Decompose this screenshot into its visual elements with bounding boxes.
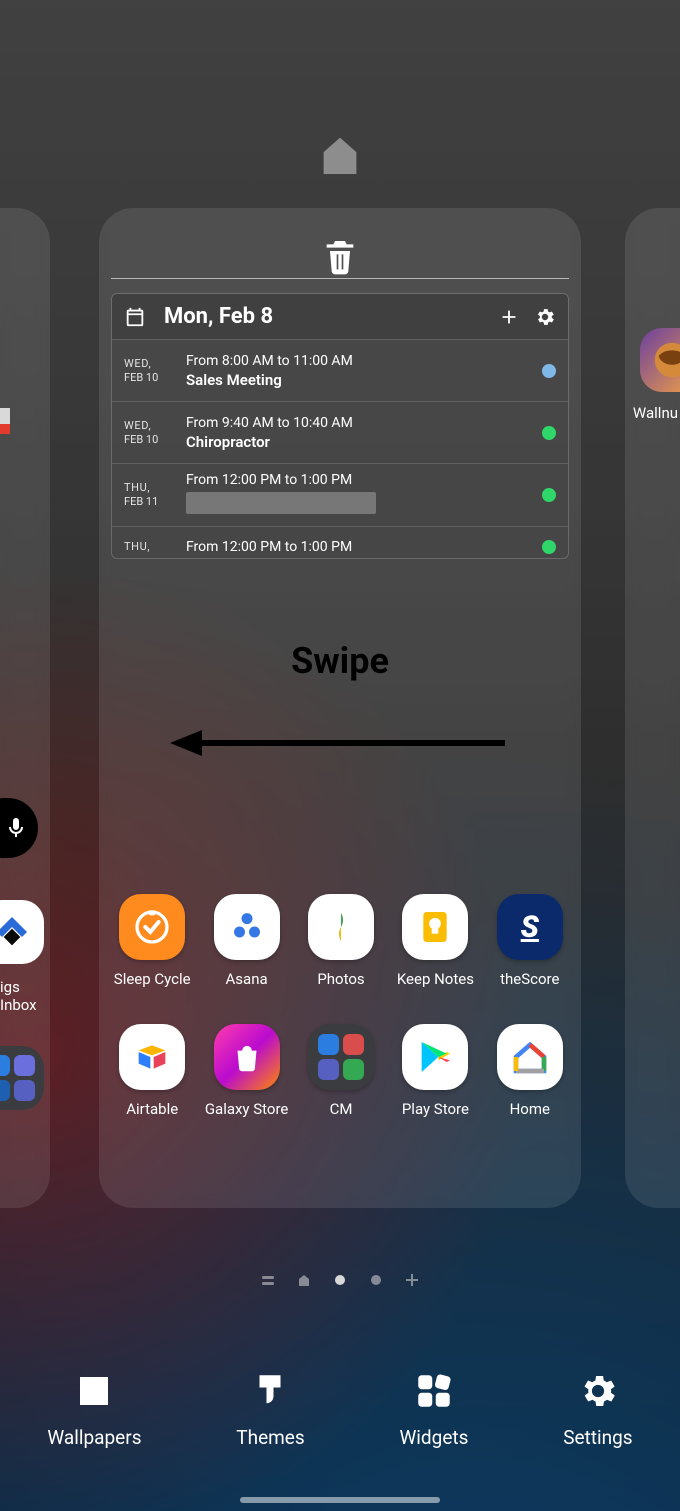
calendar-event-row[interactable]: THU, FEB 11 From 12:00 PM to 1:00 PM <box>112 463 568 526</box>
calendar-event-time: From 8:00 AM to 11:00 AM <box>186 353 534 369</box>
widgets-icon <box>413 1370 455 1412</box>
wallpapers-button[interactable]: Wallpapers <box>47 1370 141 1449</box>
calendar-color-dot <box>542 426 556 440</box>
app-asana[interactable]: Asana <box>204 894 288 988</box>
settings-label: Settings <box>563 1426 632 1449</box>
calendar-widget[interactable]: Mon, Feb 8 WED, FEB 10 From 8:00 AM to 1… <box>111 293 569 559</box>
indicator-feeds-icon[interactable] <box>261 1272 275 1286</box>
indicator-dot-current[interactable] <box>333 1272 347 1286</box>
gesture-nav-bar[interactable] <box>240 1497 440 1503</box>
calendar-event-title: Chiropractor <box>186 433 534 451</box>
swipe-label: Swipe <box>0 640 680 682</box>
left-arrow-icon <box>170 728 510 758</box>
asana-icon <box>214 894 280 960</box>
voice-assistant-pill[interactable] <box>0 798 38 858</box>
home-editor-bottom-bar: Wallpapers Themes Widgets Settings <box>0 1370 680 1449</box>
calendar-event-time: From 9:40 AM to 10:40 AM <box>186 415 534 431</box>
app-label: Airtable <box>126 1100 178 1118</box>
swipe-annotation: Swipe <box>0 640 680 758</box>
app-label: Galaxy Store <box>205 1100 289 1118</box>
widgets-label: Widgets <box>399 1426 468 1449</box>
app-icon-partial-wallnut[interactable] <box>640 328 680 392</box>
gear-icon <box>577 1370 619 1412</box>
widget-partial <box>0 408 10 424</box>
trash-icon <box>320 234 360 278</box>
app-photos[interactable]: Photos <box>299 894 383 988</box>
calendar-date-title: Mon, Feb 8 <box>164 304 484 329</box>
wallpapers-label: Wallpapers <box>47 1426 141 1449</box>
app-label: Sleep Cycle <box>114 970 191 988</box>
app-google-home[interactable]: Home <box>488 1024 572 1118</box>
calendar-color-dot <box>542 540 556 554</box>
app-label: Home <box>510 1100 550 1118</box>
calendar-event-day: WED, FEB 10 <box>124 419 180 447</box>
indicator-dot[interactable] <box>369 1272 383 1286</box>
calendar-event-row[interactable]: WED, FEB 10 From 9:40 AM to 10:40 AM Chi… <box>112 401 568 463</box>
app-label: Keep Notes <box>397 970 474 988</box>
app-thescore[interactable]: S theScore <box>488 894 572 988</box>
app-keep-notes[interactable]: Keep Notes <box>393 894 477 988</box>
app-airtable[interactable]: Airtable <box>110 1024 194 1118</box>
app-label: CM <box>330 1100 353 1118</box>
folder-icon <box>308 1024 374 1090</box>
app-label: Play Store <box>402 1100 469 1118</box>
app-icon-partial-inbox[interactable] <box>0 900 44 964</box>
airtable-icon <box>119 1024 185 1090</box>
divider <box>111 278 569 279</box>
app-label-partial-inbox: igs Inbox <box>0 978 50 1014</box>
galaxy-store-icon <box>214 1024 280 1090</box>
home-handle-icon[interactable] <box>318 134 362 174</box>
app-label: theScore <box>500 970 559 988</box>
settings-button[interactable]: Settings <box>563 1370 632 1449</box>
calendar-color-dot <box>542 488 556 502</box>
calendar-event-time: From 12:00 PM to 1:00 PM <box>186 472 534 488</box>
app-label: Asana <box>226 970 268 988</box>
calendar-event-time: From 12:00 PM to 1:00 PM <box>186 539 534 555</box>
calendar-event-day: THU, FEB 11 <box>124 481 180 509</box>
redacted-title <box>186 492 376 514</box>
app-play-store[interactable]: Play Store <box>393 1024 477 1118</box>
calendar-event-day: WED, FEB 10 <box>124 357 180 385</box>
app-folder-cm[interactable]: CM <box>299 1024 383 1118</box>
calendar-color-dot <box>542 364 556 378</box>
app-label: Photos <box>317 970 364 988</box>
home-page-next[interactable]: Wallnu <box>625 208 680 1208</box>
widgets-button[interactable]: Widgets <box>399 1370 468 1449</box>
calendar-event-row[interactable]: WED, FEB 10 From 8:00 AM to 11:00 AM Sal… <box>112 339 568 401</box>
calendar-event-day: THU, <box>124 540 180 554</box>
app-folder-partial[interactable] <box>0 1046 44 1110</box>
app-label-partial-wallnut: Wallnu <box>633 404 678 422</box>
keep-notes-icon <box>402 894 468 960</box>
themes-button[interactable]: Themes <box>236 1370 304 1449</box>
gear-icon[interactable] <box>534 306 556 328</box>
remove-widget-zone[interactable] <box>99 208 581 278</box>
widget-partial-red <box>0 424 10 434</box>
sleep-cycle-icon <box>119 894 185 960</box>
app-galaxy-store[interactable]: Galaxy Store <box>204 1024 288 1118</box>
app-sleep-cycle[interactable]: Sleep Cycle <box>110 894 194 988</box>
calendar-widget-header: Mon, Feb 8 <box>112 294 568 339</box>
indicator-add-icon[interactable] <box>405 1272 419 1286</box>
thescore-icon: S <box>497 894 563 960</box>
google-home-icon <box>497 1024 563 1090</box>
play-store-icon <box>402 1024 468 1090</box>
indicator-home-icon[interactable] <box>297 1272 311 1286</box>
photos-icon <box>308 894 374 960</box>
brush-icon <box>249 1370 291 1412</box>
app-grid: Sleep Cycle Asana Photos Keep Notes S th… <box>110 894 572 1118</box>
calendar-event-title: Sales Meeting <box>186 371 534 389</box>
image-icon <box>73 1370 115 1412</box>
page-indicators[interactable] <box>0 1272 680 1286</box>
calendar-icon <box>124 306 146 328</box>
calendar-event-row[interactable]: THU, From 12:00 PM to 1:00 PM <box>112 526 568 558</box>
add-event-icon[interactable] <box>498 306 520 328</box>
themes-label: Themes <box>236 1426 304 1449</box>
